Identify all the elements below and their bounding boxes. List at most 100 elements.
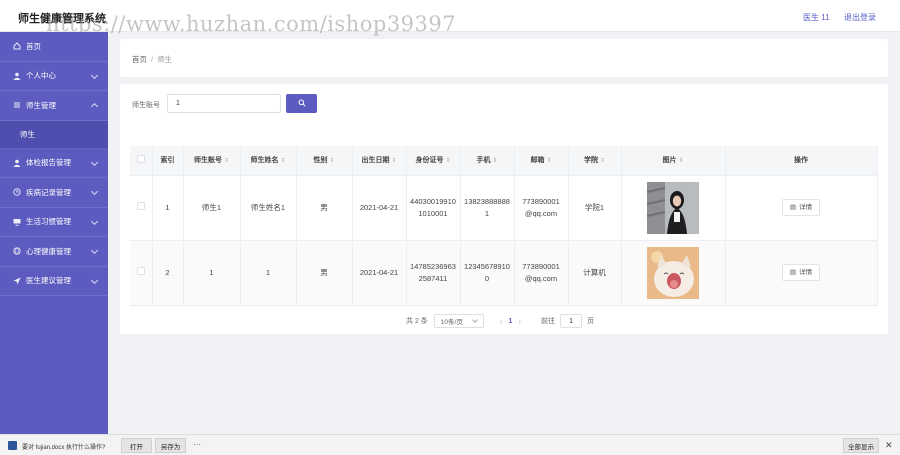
cell-gender: 男 [296,175,353,241]
header-name[interactable]: 师生姓名 ⇕ [240,146,297,176]
photo-of-woman [647,181,699,234]
sidebar-item-mental[interactable]: 心理健康管理 [0,237,108,267]
header-action: 操作 [725,146,878,176]
download-bar: 要对 fujian.docx 执行什么操作? 打开 另存为 ··· 全部显示 ✕ [0,434,900,455]
cell-name: 师生姓名1 [240,175,297,241]
cell-photo [621,175,726,241]
sort-icon[interactable]: ⇕ [445,157,450,164]
chevron-down-icon [90,187,99,196]
goto-label: 前往 [541,318,556,325]
sort-icon[interactable]: ⇕ [546,157,551,164]
show-all-button[interactable]: 全部显示 [843,438,879,453]
header-id[interactable]: 身份证号 ⇕ [406,146,461,176]
header-email[interactable]: 邮箱 ⇕ [514,146,569,176]
sidebar-item-label: 师生管理 [26,100,56,110]
sidebar-item-profile[interactable]: 个人中心 [0,62,108,91]
sidebar-item-checkup[interactable]: 体检报告管理 [0,149,108,178]
cell-college: 学院1 [568,175,622,241]
breadcrumb-separator: / [151,55,154,64]
chevron-down-icon [90,217,99,225]
sort-icon[interactable]: ⇕ [224,157,229,164]
sidebar-item-label: 医生建议管理 [26,276,71,286]
sidebar-item-home[interactable]: 首页 [0,32,108,62]
document-icon: ▤ [789,268,797,276]
header-gender[interactable]: 性别 ⇕ [296,146,353,176]
header-account[interactable]: 师生账号 ⇕ [183,146,241,176]
chevron-down-icon [90,158,99,166]
row-checkbox[interactable] [136,266,145,275]
search-input[interactable] [167,94,281,113]
header-college[interactable]: 学院 ⇕ [568,146,622,176]
cell-email: 773890001 @qq.com [514,175,569,241]
breadcrumb-home[interactable]: 首页 [132,55,147,64]
header-birth[interactable]: 出生日期 ⇕ [352,146,407,176]
search-label: 师生账号 [132,102,160,109]
prev-page-icon[interactable]: ‹ [500,317,503,326]
search-icon [298,99,306,109]
sidebar-item-label: 体检报告管理 [26,158,71,168]
header-photo[interactable]: 图片 ⇕ [621,146,726,176]
save-as-button[interactable]: 另存为 [155,438,186,453]
sidebar-item-label: 个人中心 [26,71,56,81]
page-size-select[interactable]: 10条/页 [433,314,484,328]
pagination: 共 2 条 10条/页 ‹ 1 › 前往 页 [406,314,594,328]
open-button[interactable]: 打开 [121,438,152,453]
more-options-icon[interactable]: ··· [193,440,201,449]
main-card: 师生账号 索引 师生账号⇕ 师生姓名⇕ 性别⇕ 出生日期⇕ 身份证号⇕ 手机⇕ … [120,84,888,334]
sidebar-item-label: 首页 [26,41,41,51]
sidebar-item-habits[interactable]: 生活习惯管理 [0,208,108,237]
cell-name: 1 [240,240,297,306]
chevron-down-icon [90,71,99,79]
select-all-checkbox[interactable] [136,155,145,164]
cell-phone: 13823888888 1 [460,175,515,241]
sidebar-subitem-students[interactable]: 师生 [0,120,108,149]
sidebar-item-student-mgmt[interactable]: 师生管理 [0,91,108,121]
sort-icon[interactable]: ⇕ [600,157,605,164]
cell-id: 14785236963 2587411 [406,240,461,306]
sort-icon[interactable]: ⇕ [678,157,683,164]
students-table: 索引 师生账号 ⇕ 师生姓名 ⇕ 性别 ⇕ 出生日期 ⇕ 身份证号 ⇕ 手机 ⇕ 邮箱 ⇕ 学… [130,146,878,306]
cell-id: 44030019910 1010001 [406,175,461,241]
user-icon [12,71,21,80]
table-row: 2 1 1 男 2021-04-21 14785236963 2587411 12… [130,240,878,306]
cell-birth: 2021-04-21 [352,240,407,306]
person-icon [12,158,21,167]
table-header-row: 索引 师生账号 ⇕ 师生姓名 ⇕ 性别 ⇕ 出生日期 ⇕ 身份证号 ⇕ 手机 ⇕ 邮箱 ⇕ 学… [130,146,878,176]
current-user[interactable]: 医生 11 [803,12,830,23]
cell-gender: 男 [296,240,353,306]
cell-photo [621,240,726,306]
close-icon[interactable]: ✕ [885,440,893,451]
cell-account: 1 [183,240,241,306]
clock-icon [12,188,21,197]
document-icon: ▤ [789,203,797,211]
sidebar-item-disease[interactable]: 疾病记录管理 [0,178,108,208]
logout-link[interactable]: 退出登录 [844,12,876,23]
breadcrumb-card: 首页 / 师生 [120,39,888,77]
current-page[interactable]: 1 [508,318,512,325]
sidebar-item-label: 生活习惯管理 [26,217,71,227]
search-button[interactable] [286,94,317,113]
cell-birth: 2021-04-21 [352,175,407,241]
header-index: 索引 [152,146,184,176]
sidebar-item-advice[interactable]: 医生建议管理 [0,267,108,296]
list-icon [12,101,21,110]
sort-icon[interactable]: ⇕ [391,157,396,164]
chevron-down-icon [471,317,478,323]
download-message: 要对 fujian.docx 执行什么操作? [22,445,106,451]
sort-icon[interactable]: ⇕ [280,157,285,164]
photo-of-yawning-cat [647,246,699,299]
sidebar-item-label: 疾病记录管理 [26,187,71,197]
cell-account: 师生1 [183,175,241,241]
detail-button[interactable]: ▤ 详情 [781,264,821,281]
detail-button[interactable]: ▤ 详情 [781,199,821,216]
sort-icon[interactable]: ⇕ [492,157,497,164]
page-jump-input[interactable] [560,314,583,328]
sidebar-item-label: 心理健康管理 [26,246,71,256]
globe-icon [12,247,21,256]
header-phone[interactable]: 手机 ⇕ [460,146,515,176]
row-checkbox[interactable] [136,201,145,210]
header-select-all[interactable] [130,146,153,176]
next-page-icon[interactable]: › [518,317,521,326]
breadcrumb: 首页 / 师生 [132,54,172,65]
sort-icon[interactable]: ⇕ [329,157,334,164]
